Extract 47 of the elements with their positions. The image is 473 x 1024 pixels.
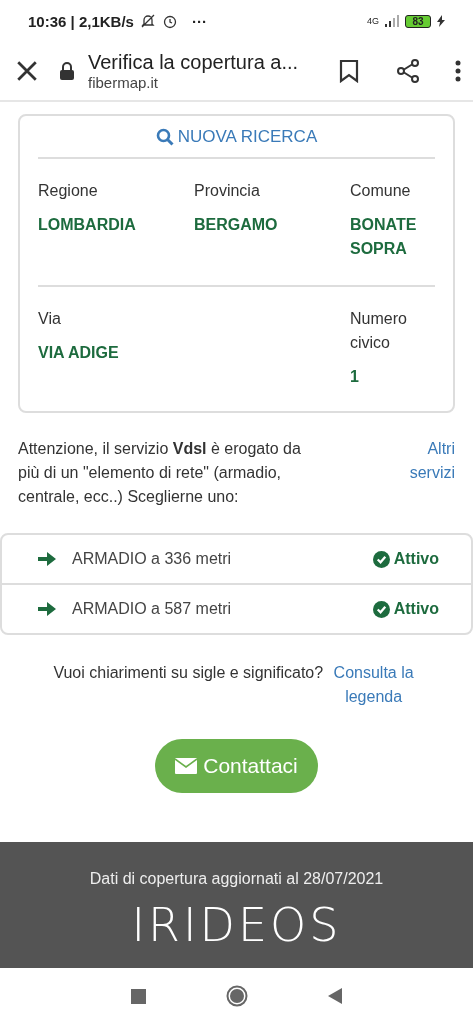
check-circle-icon	[372, 550, 390, 568]
recent-apps-icon[interactable]	[131, 988, 146, 1004]
field-value: LOMBARDIA	[38, 215, 137, 235]
field-value: VIA ADIGE	[38, 343, 120, 363]
status-time: 10:36 | 2,1KB/s	[28, 12, 134, 30]
field-label: Numero civico	[350, 309, 408, 353]
brand-logo: IRIDEOS	[131, 898, 342, 952]
check-circle-icon	[372, 600, 390, 618]
element-label: ARMADIO a 336 metri	[72, 550, 233, 568]
arrow-right-icon	[38, 602, 56, 616]
page-url: fibermap.it	[88, 74, 160, 91]
notice-text: Attenzione, il servizio Vdsl è erogato da più di un "elemento di rete" (armadio, centrale, ecc..) Sceglierne uno:	[18, 439, 302, 507]
field-value: BONATE SOPRA	[350, 215, 418, 259]
field-value: 1	[350, 367, 360, 387]
lock-icon	[60, 62, 74, 80]
home-icon[interactable]	[226, 985, 248, 1007]
new-search-button[interactable]: NUOVA RICERCA	[38, 126, 435, 159]
share-icon[interactable]	[395, 58, 421, 84]
alarm-icon	[161, 13, 178, 29]
help-text: Vuoi chiarimenti su sigle e significato? Consulta la legenda	[0, 635, 473, 709]
field-label: Provincia	[194, 181, 261, 201]
bookmark-icon[interactable]	[339, 59, 359, 83]
search-icon	[155, 128, 174, 146]
status-label: Attivo	[372, 550, 439, 568]
field-label: Via	[38, 309, 62, 329]
network-element-row[interactable]: ARMADIO a 587 metri Attivo	[2, 583, 471, 633]
more-indicator: ···	[191, 12, 207, 30]
field-label: Regione	[38, 181, 99, 201]
field-label: Comune	[350, 181, 412, 201]
envelope-icon	[175, 758, 198, 774]
contact-button[interactable]: Contattaci	[155, 739, 318, 793]
legend-link[interactable]: Consulta la legenda	[327, 661, 420, 709]
element-label: ARMADIO a 587 metri	[72, 600, 233, 618]
network-element-row[interactable]: ARMADIO a 336 metri Attivo	[2, 535, 471, 583]
back-icon[interactable]	[328, 988, 342, 1004]
bell-off-icon	[139, 13, 156, 29]
more-icon[interactable]	[455, 60, 461, 82]
signal-icon	[385, 15, 399, 27]
battery-indicator: 83	[405, 14, 431, 28]
network-label: 4G	[367, 16, 379, 26]
field-value: BERGAMO	[194, 215, 279, 235]
status-label: Attivo	[372, 600, 439, 618]
charging-icon	[437, 15, 445, 27]
other-services-link[interactable]: Altri servizi	[395, 437, 455, 509]
page-title: Verifica la copertura a...	[88, 51, 300, 74]
update-date-text: Dati di copertura aggiornati al 28/07/2021	[89, 870, 384, 888]
arrow-right-icon	[38, 552, 56, 566]
